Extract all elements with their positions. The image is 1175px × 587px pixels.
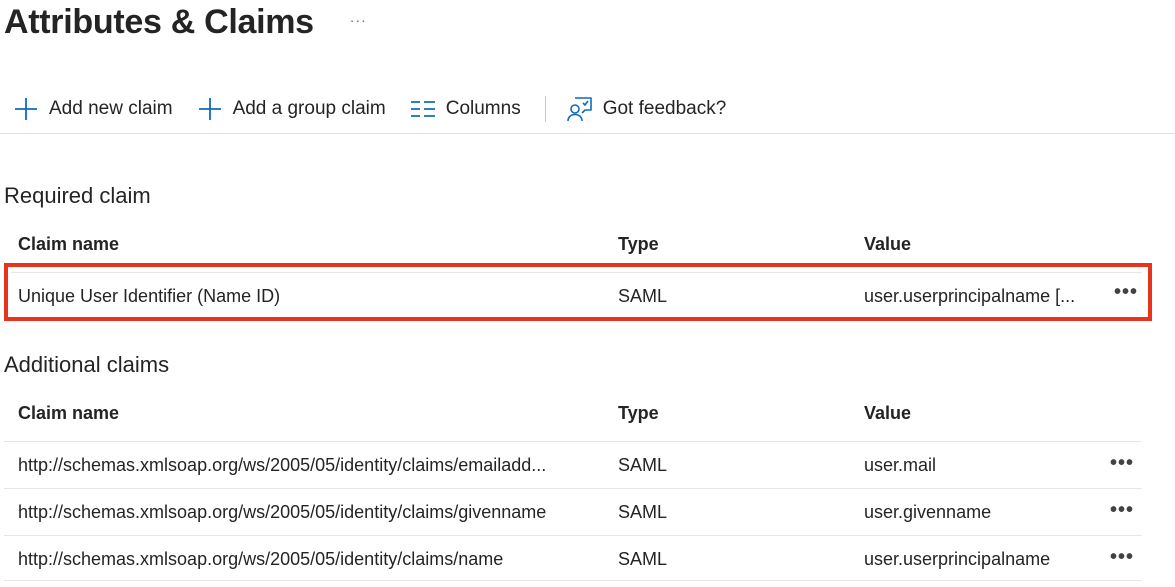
row-more-options-icon[interactable]: •••	[1102, 542, 1142, 572]
more-options-icon[interactable]: ···	[350, 12, 367, 28]
claim-name-cell: http://schemas.xmlsoap.org/ws/2005/05/id…	[18, 455, 547, 475]
plus-icon	[196, 95, 224, 123]
claim-name-cell: http://schemas.xmlsoap.org/ws/2005/05/id…	[18, 549, 504, 569]
add-new-claim-button[interactable]: Add new claim	[12, 89, 173, 129]
column-header-value[interactable]: Value	[864, 234, 911, 255]
add-new-claim-label: Add new claim	[49, 97, 173, 119]
attributes-claims-page: Attributes & Claims ··· Add new claim Ad…	[0, 0, 1175, 587]
additional-claims-heading: Additional claims	[4, 352, 170, 377]
feedback-icon	[566, 95, 594, 123]
toolbar-divider	[544, 95, 546, 122]
column-header-type[interactable]: Type	[618, 403, 659, 424]
claim-type-cell: SAML	[618, 286, 668, 306]
claim-value-cell: user.mail	[864, 455, 937, 475]
claim-name-cell: Unique User Identifier (Name ID)	[18, 286, 281, 306]
column-header-claim-name[interactable]: Claim name	[18, 403, 119, 424]
row-more-options-icon[interactable]: •••	[1102, 495, 1142, 525]
column-header-claim-name[interactable]: Claim name	[18, 234, 119, 255]
claim-type-cell: SAML	[618, 502, 668, 522]
feedback-button[interactable]: Got feedback?	[566, 89, 727, 129]
claim-type-cell: SAML	[618, 455, 668, 475]
columns-icon	[409, 95, 437, 123]
column-header-type[interactable]: Type	[618, 234, 659, 255]
title-row: Attributes & Claims ···	[4, 0, 367, 44]
plus-icon	[12, 95, 40, 123]
command-bar: Add new claim Add a group claim Columns	[0, 84, 1175, 134]
add-group-claim-label: Add a group claim	[232, 97, 386, 119]
row-more-options-icon[interactable]: •••	[1102, 448, 1142, 478]
claim-type-cell: SAML	[618, 549, 668, 569]
claim-value-cell: user.givenname	[864, 502, 992, 522]
table-row[interactable]: http://schemas.xmlsoap.org/ws/2005/05/id…	[4, 441, 1142, 487]
page-title: Attributes & Claims	[4, 3, 314, 41]
table-row[interactable]: http://schemas.xmlsoap.org/ws/2005/05/id…	[4, 535, 1142, 581]
claim-name-cell: http://schemas.xmlsoap.org/ws/2005/05/id…	[18, 502, 547, 522]
column-header-value[interactable]: Value	[864, 403, 911, 424]
claim-value-cell: user.userprincipalname	[864, 549, 1051, 569]
row-more-options-icon[interactable]: •••	[1106, 277, 1146, 307]
feedback-label: Got feedback?	[602, 97, 727, 119]
table-row[interactable]: Unique User Identifier (Name ID) SAML us…	[11, 272, 1142, 318]
add-group-claim-button[interactable]: Add a group claim	[196, 89, 386, 129]
required-claim-heading: Required claim	[4, 183, 151, 208]
columns-label: Columns	[445, 97, 521, 119]
table-row[interactable]: http://schemas.xmlsoap.org/ws/2005/05/id…	[4, 488, 1142, 534]
columns-button[interactable]: Columns	[409, 89, 521, 129]
claim-value-cell: user.userprincipalname [...	[864, 286, 1076, 306]
